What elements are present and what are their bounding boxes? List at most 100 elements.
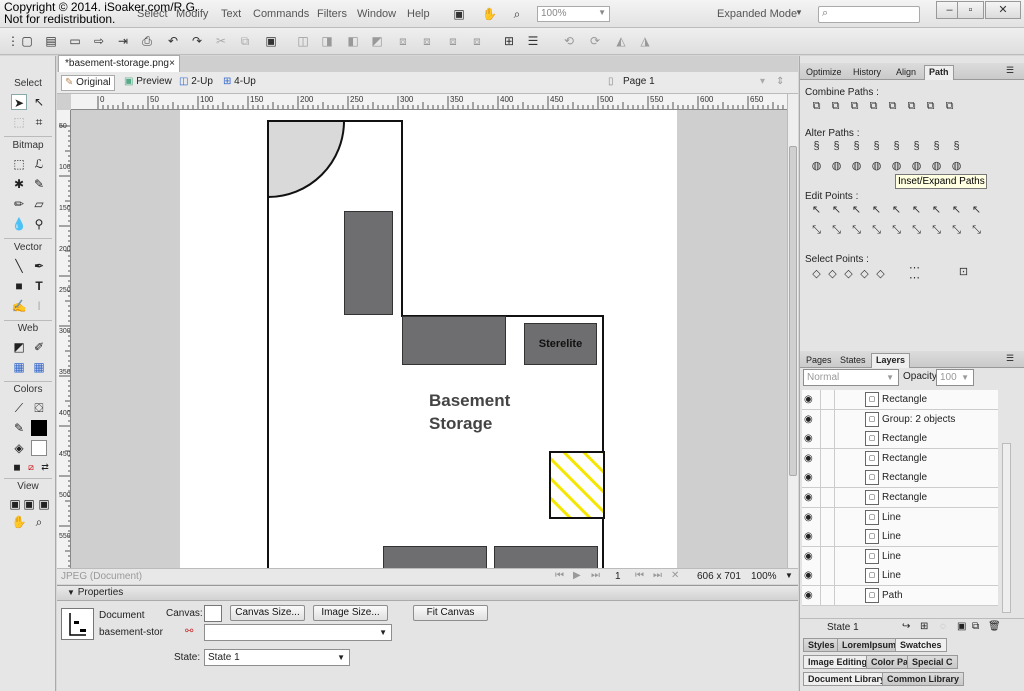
edit-point-icon[interactable]: ↖ — [870, 204, 883, 217]
combine-path-icon[interactable]: ⧉ — [848, 100, 861, 113]
alter-path-icon[interactable]: § — [870, 140, 883, 153]
layer-row[interactable]: ◉ ▢ Path — [802, 586, 998, 606]
panel-menu-icon[interactable]: ☰ — [1006, 65, 1014, 76]
flip-h-icon[interactable]: ◭ — [614, 34, 628, 48]
close-button[interactable]: ✕ — [985, 1, 1021, 19]
undo-icon[interactable]: ↶ — [166, 34, 180, 48]
edit-point-icon[interactable]: ⤡ — [890, 224, 903, 237]
maximize-button[interactable]: ▫ — [957, 1, 984, 19]
select-point-icon[interactable]: ◇ — [842, 268, 855, 281]
pencil-tool-icon[interactable]: ✏ — [11, 196, 27, 212]
stroke-color-swatch[interactable] — [31, 420, 47, 436]
cut-icon[interactable]: ✂ — [214, 34, 228, 48]
storage-box[interactable] — [383, 546, 487, 568]
lock-toggle[interactable] — [820, 409, 835, 429]
edit-point-icon[interactable]: ↖ — [950, 204, 963, 217]
alter-path-icon[interactable]: § — [810, 140, 823, 153]
layers-scrollbar[interactable] — [1002, 443, 1011, 613]
select-point-icon[interactable]: ◇ — [874, 268, 887, 281]
canvas-size-button[interactable]: Canvas Size... — [230, 605, 305, 621]
join-icon[interactable]: ◧ — [346, 34, 360, 48]
close-tab-icon[interactable]: × — [169, 58, 175, 69]
first-page-icon[interactable]: ⏮ — [555, 570, 564, 581]
select-point-icon[interactable]: ◇ — [858, 268, 871, 281]
redo-icon[interactable]: ↷ — [190, 34, 204, 48]
import-icon[interactable]: ⇨ — [92, 34, 106, 48]
select-point-icon[interactable]: ◇ — [810, 268, 823, 281]
page-select[interactable]: Page 1 — [620, 75, 658, 91]
workspace-chevron-icon[interactable]: ▼ — [795, 8, 803, 17]
lock-toggle[interactable] — [820, 566, 835, 586]
menu-window[interactable]: Window — [357, 8, 396, 20]
tab-special-characters[interactable]: Special C — [907, 655, 958, 669]
edit-point-icon[interactable]: ↖ — [970, 204, 983, 217]
canvas[interactable]: Sterelite Basement Storage — [180, 110, 677, 568]
duplicate-icon[interactable]: ⧉ — [972, 621, 979, 632]
properties-header[interactable]: ▼ Properties — [57, 586, 798, 601]
new-sublayer-icon[interactable]: ⊞ — [920, 621, 928, 632]
select-point-icon[interactable]: ⋯ — [908, 272, 921, 285]
edit-point-icon[interactable]: ⤡ — [850, 224, 863, 237]
layer-row[interactable]: ◉ ▢ Rectangle — [802, 429, 998, 450]
slice-tool-icon[interactable]: ✐ — [31, 339, 47, 355]
edit-point-icon[interactable]: ↖ — [910, 204, 923, 217]
zoom-dropdown-icon[interactable]: ▼ — [785, 571, 793, 580]
screen-mode-icon[interactable]: ▣ — [452, 7, 466, 21]
line-tool-icon[interactable]: ╲ — [11, 258, 27, 274]
freeform-tool-icon[interactable]: ✍ — [11, 298, 27, 314]
document-tab[interactable]: *basement-storage.png × — [58, 55, 180, 72]
tab-loremipsum[interactable]: LoremIpsum — [837, 638, 902, 652]
lock-toggle[interactable] — [820, 488, 835, 507]
storage-box[interactable] — [494, 546, 598, 568]
distribute-icon[interactable]: ⊞ — [502, 34, 516, 48]
alter-path-icon[interactable]: ◍ — [890, 160, 903, 173]
tab-states[interactable]: States — [835, 353, 871, 368]
swap-colors-icon[interactable]: ⇄ — [37, 459, 53, 475]
scroll-thumb[interactable] — [789, 146, 797, 476]
save-icon[interactable]: ▤ — [44, 34, 58, 48]
combine-path-icon[interactable]: ⧉ — [905, 100, 918, 113]
tab-swatches[interactable]: Swatches — [895, 638, 947, 652]
pointer-tool-icon[interactable]: ➤ — [11, 94, 27, 110]
tab-layers[interactable]: Layers — [871, 353, 911, 368]
zoom-level[interactable]: 100% — [751, 571, 777, 582]
edit-point-icon[interactable]: ⤡ — [930, 224, 943, 237]
page-dropdown-icon[interactable]: ▾ — [757, 75, 768, 91]
combine-path-icon[interactable]: ⧉ — [829, 100, 842, 113]
lock-toggle[interactable] — [820, 546, 835, 566]
combine-path-icon[interactable]: ⧉ — [924, 100, 937, 113]
collapse-icon[interactable]: ▼ — [67, 588, 75, 597]
crop-tool-icon[interactable]: ⌗ — [31, 114, 47, 130]
layer-row[interactable]: ◉ ▢ Rectangle — [802, 468, 998, 489]
pen-tool-icon[interactable]: ✒ — [31, 258, 47, 274]
eye-icon[interactable]: ◉ — [804, 512, 813, 523]
lock-toggle[interactable] — [820, 507, 835, 527]
magic-wand-icon[interactable]: ✱ — [11, 176, 27, 192]
tab-document-library[interactable]: Document Library — [803, 672, 891, 686]
eye-icon[interactable]: ◉ — [804, 590, 813, 601]
eye-icon[interactable]: ◉ — [804, 472, 813, 483]
alter-path-icon[interactable]: § — [930, 140, 943, 153]
eye-icon[interactable]: ◉ — [804, 492, 813, 503]
canvas-option-select[interactable]: ▼ — [204, 624, 392, 641]
rotate-left-icon[interactable]: ⟲ — [562, 34, 576, 48]
eye-icon[interactable]: ◉ — [804, 531, 813, 542]
edit-point-icon[interactable]: ↖ — [890, 204, 903, 217]
tab-styles[interactable]: Styles — [803, 638, 840, 652]
lock-toggle[interactable] — [820, 586, 835, 605]
combine-path-icon[interactable]: ⧉ — [886, 100, 899, 113]
tab-align[interactable]: Align — [891, 65, 921, 80]
alter-path-icon[interactable]: ◍ — [910, 160, 923, 173]
fit-canvas-button[interactable]: Fit Canvas — [413, 605, 488, 621]
alter-path-icon[interactable]: ◍ — [830, 160, 843, 173]
edit-point-icon[interactable]: ⤡ — [910, 224, 923, 237]
opacity-input[interactable]: 100 ▼ — [936, 369, 974, 386]
edit-point-icon[interactable]: ⤡ — [870, 224, 883, 237]
edit-point-icon[interactable]: ↖ — [830, 204, 843, 217]
hotspot-tool-icon[interactable]: ◩ — [11, 339, 27, 355]
alter-path-icon[interactable]: § — [850, 140, 863, 153]
layer-row[interactable]: ◉ ▢ Group: 2 objects — [802, 409, 998, 430]
paint-bucket-icon[interactable]: ⛋ — [31, 400, 47, 416]
canvas-color-swatch[interactable] — [204, 605, 222, 622]
tab-2up[interactable]: ◫ 2-Up — [176, 75, 216, 91]
